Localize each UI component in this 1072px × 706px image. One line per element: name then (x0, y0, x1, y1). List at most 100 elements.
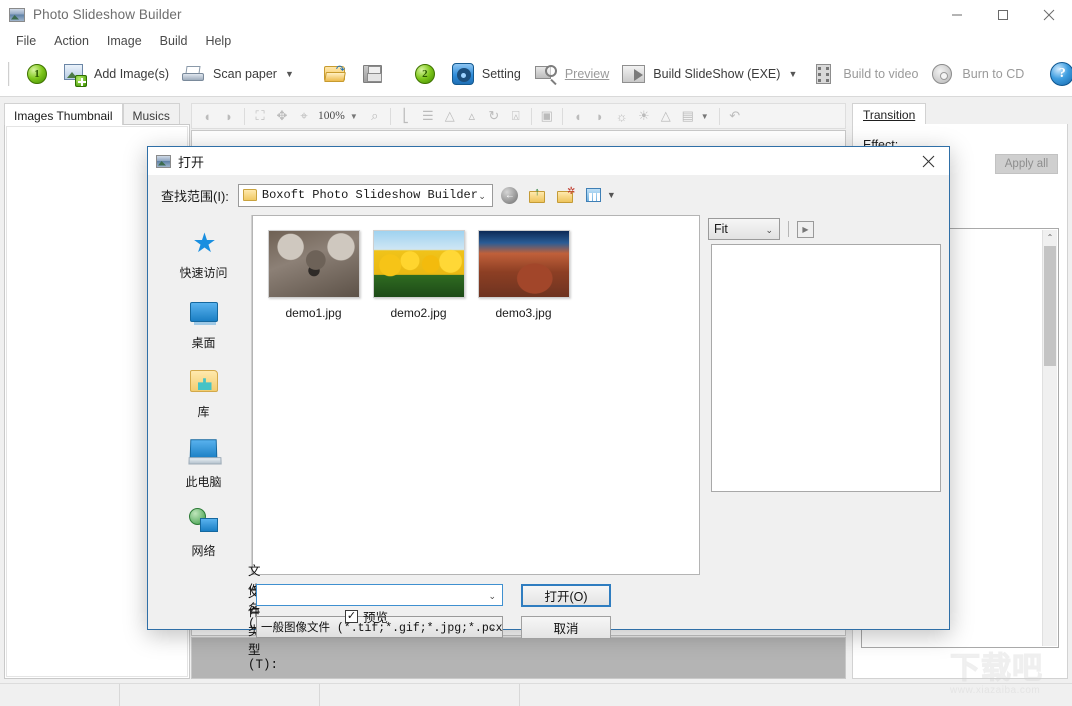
scan-paper-button[interactable]: Scan paper (175, 55, 283, 93)
view-mode-button[interactable] (583, 184, 605, 206)
file-item[interactable]: demo2.jpg (366, 230, 471, 320)
place-this-pc[interactable]: 此电脑 (156, 436, 252, 506)
toolbar-grip[interactable] (8, 62, 10, 86)
scanner-icon (181, 61, 207, 87)
effects-icon[interactable]: ▣ (536, 106, 558, 126)
view-dropdown-caret-icon[interactable]: ▼ (607, 190, 616, 200)
build-slideshow-button[interactable]: Build SlideShow (EXE) (615, 55, 786, 93)
scrollbar-thumb[interactable] (1044, 246, 1056, 366)
zoom-in-icon[interactable]: ⌖ (293, 106, 315, 126)
align-left-icon[interactable]: ⎣ (395, 106, 417, 126)
place-label: 快速访问 (179, 264, 227, 281)
brightness-down-icon[interactable]: ☀ (633, 106, 655, 126)
split-view-icon[interactable]: ▤ (677, 106, 699, 126)
place-desktop[interactable]: 桌面 (156, 297, 252, 367)
zoom-dropdown-caret-icon[interactable]: ▼ (348, 112, 364, 121)
scroll-up-icon[interactable]: ⌃ (1043, 230, 1057, 245)
contrast-up-icon[interactable]: ◖ (567, 106, 589, 126)
right-tab-strip: Transition (852, 103, 1068, 125)
chevron-down-icon[interactable]: ⌄ (488, 623, 496, 633)
file-type-label: 文件类型(T): (148, 582, 248, 672)
step-2-badge: 2 (406, 55, 444, 93)
place-quick-access[interactable]: ★ 快速访问 (156, 227, 252, 297)
cancel-button[interactable]: 取消 (521, 616, 611, 639)
chevron-down-icon[interactable]: ⌄ (478, 191, 486, 202)
save-project-button[interactable] (354, 55, 392, 93)
file-thumbnail-image (268, 230, 360, 298)
split-dropdown-caret-icon[interactable]: ▼ (699, 112, 715, 121)
tab-images-thumbnail[interactable]: Images Thumbnail (4, 103, 123, 125)
dialog-close-icon[interactable] (907, 147, 949, 175)
align-center-icon[interactable]: ☰ (417, 106, 439, 126)
places-bar: ★ 快速访问 桌面 库 此电脑 网络 (156, 215, 252, 575)
rotate-left-icon[interactable]: ◖ (196, 106, 218, 126)
place-library[interactable]: 库 (156, 366, 252, 436)
menu-action[interactable]: Action (45, 32, 98, 50)
menu-image[interactable]: Image (98, 32, 151, 50)
new-folder-icon: ✲ (557, 188, 574, 203)
place-label: 库 (197, 403, 209, 420)
rotate-right-icon[interactable]: ◗ (218, 106, 240, 126)
back-arrow-icon: ← (501, 187, 518, 204)
brightness-up-icon[interactable]: ☼ (611, 106, 633, 126)
sub-separator-5 (719, 108, 720, 125)
folder-up-icon: ↑ (529, 188, 546, 203)
minimize-icon[interactable] (934, 0, 980, 30)
back-button[interactable]: ← (499, 184, 521, 206)
preview-fit-combobox[interactable]: Fit ⌄ (708, 218, 780, 240)
file-thumbnail-grid: demo1.jpg demo2.jpg demo3.jpg (253, 216, 699, 320)
build-exe-icon (621, 61, 647, 87)
fit-window-icon[interactable]: ⛶ (249, 106, 271, 126)
file-name-label: demo3.jpg (495, 306, 551, 320)
preview-play-button[interactable]: ▶ (797, 221, 814, 238)
file-item[interactable]: demo1.jpg (261, 230, 366, 320)
tab-transition[interactable]: Transition (852, 103, 926, 125)
build-to-video-button[interactable]: Build to video (805, 55, 924, 93)
burn-to-cd-label: Burn to CD (962, 67, 1024, 81)
effect-list-scrollbar[interactable]: ⌃ (1042, 230, 1057, 646)
scan-dropdown-caret-icon[interactable]: ▼ (285, 69, 294, 79)
contrast-down-icon[interactable]: ◗ (589, 106, 611, 126)
gamma-icon[interactable]: △ (655, 106, 677, 126)
open-project-button[interactable]: ↷ (316, 55, 354, 93)
open-button[interactable]: 打开(O) (521, 584, 611, 607)
tab-musics[interactable]: Musics (123, 103, 180, 125)
undo-icon[interactable]: ↶ (724, 106, 746, 126)
apply-all-button[interactable]: Apply all (995, 154, 1058, 174)
add-images-label: Add Image(s) (94, 67, 169, 81)
setting-button[interactable]: Setting (444, 55, 527, 93)
file-name-label: demo2.jpg (390, 306, 446, 320)
add-images-button[interactable]: Add Image(s) (56, 55, 175, 93)
menu-help[interactable]: Help (196, 32, 240, 50)
help-button[interactable]: ? (1044, 55, 1072, 93)
checkbox-checked-icon[interactable]: ✓ (345, 610, 358, 623)
file-list-area[interactable]: demo1.jpg demo2.jpg demo3.jpg (252, 215, 700, 575)
preview-magnifier-icon (533, 61, 559, 87)
build-dropdown-caret-icon[interactable]: ▼ (788, 69, 797, 79)
close-icon[interactable] (1026, 0, 1072, 30)
menu-build[interactable]: Build (151, 32, 197, 50)
new-folder-button[interactable]: ✲ (555, 184, 577, 206)
burn-to-cd-button[interactable]: Burn to CD (924, 55, 1030, 93)
maximize-icon[interactable] (980, 0, 1026, 30)
chevron-down-icon[interactable]: ⌄ (488, 591, 496, 602)
network-icon (186, 505, 222, 539)
preview-button[interactable]: Preview (527, 55, 615, 93)
file-item[interactable]: demo3.jpg (471, 230, 576, 320)
place-label: 网络 (191, 542, 215, 559)
menu-file[interactable]: File (7, 32, 45, 50)
file-name-input[interactable]: ⌄ (256, 584, 503, 606)
step-1-badge: 1 (18, 55, 56, 93)
up-one-level-button[interactable]: ↑ (527, 184, 549, 206)
look-in-combobox[interactable]: Boxoft Photo Slideshow Builder ⌄ (238, 184, 493, 207)
preview-checkbox-row[interactable]: ✓ 预览 (345, 607, 388, 626)
chevron-down-icon[interactable]: ⌄ (765, 225, 773, 236)
open-folder-icon: ↷ (322, 61, 348, 87)
crop-icon[interactable]: ⍓ (505, 106, 527, 126)
rotate-icon[interactable]: ↻ (483, 106, 505, 126)
pan-icon[interactable]: ✥ (271, 106, 293, 126)
quick-access-star-icon: ★ (186, 227, 222, 261)
mountain-right-icon[interactable]: ▵ (461, 106, 483, 126)
zoom-out-icon[interactable]: ⌕ (364, 106, 386, 126)
mountain-left-icon[interactable]: △ (439, 106, 461, 126)
